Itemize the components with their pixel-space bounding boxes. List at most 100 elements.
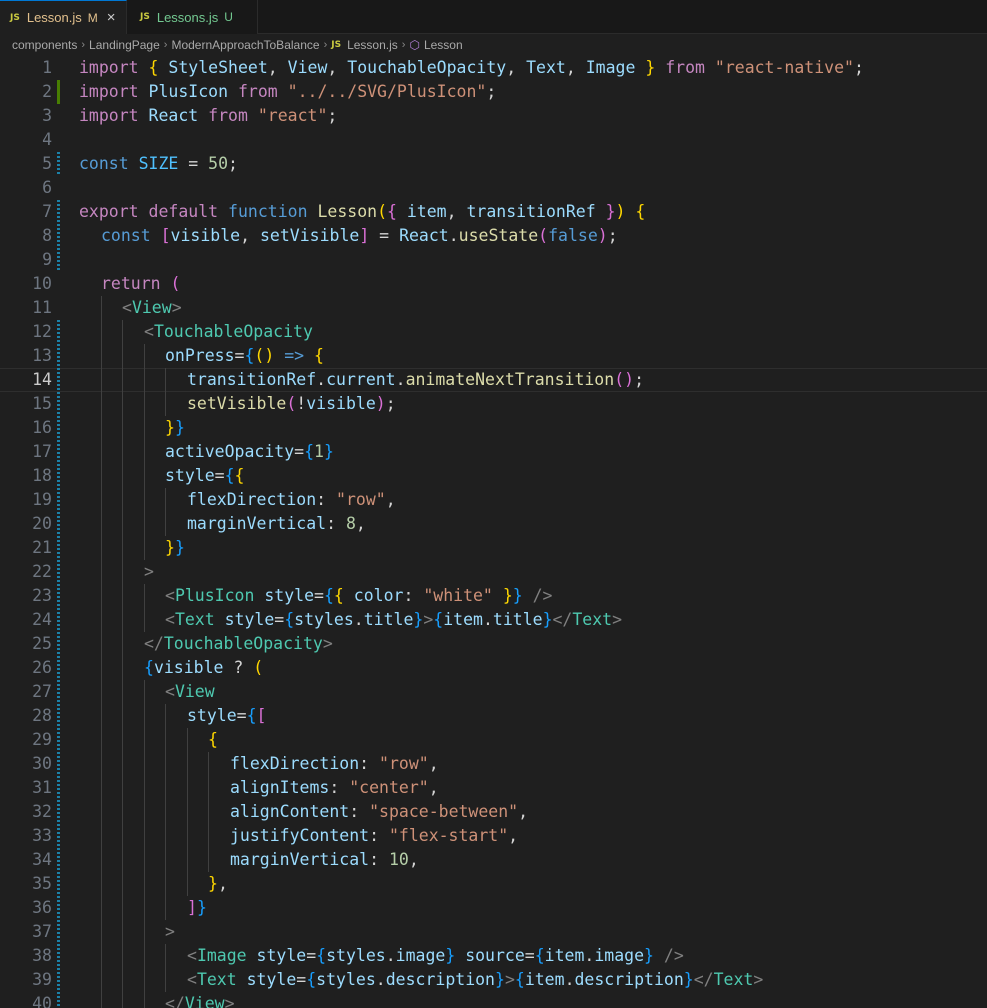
git-modified-gutter-marker[interactable] [57, 392, 60, 416]
code-editor[interactable]: 1 import { StyleSheet, View, TouchableOpa… [0, 56, 987, 1008]
git-modified-gutter-marker[interactable] [57, 464, 60, 488]
code-line[interactable]: 23 <PlusIcon style={{ color: "white" }} /… [0, 584, 987, 608]
git-modified-gutter-marker[interactable] [57, 920, 60, 944]
code-line[interactable]: 24 <Text style={styles.title}>{item.title… [0, 608, 987, 632]
git-modified-gutter-marker[interactable] [57, 992, 60, 1008]
close-icon[interactable]: × [107, 10, 116, 25]
breadcrumb-folder[interactable]: LandingPage [89, 38, 160, 52]
code-line[interactable]: 32 alignContent: "space-between", [0, 800, 987, 824]
code-line[interactable]: 18 style={{ [0, 464, 987, 488]
code-token: Text [526, 58, 566, 77]
git-modified-gutter-marker[interactable] [57, 656, 60, 680]
code-line[interactable]: 30 flexDirection: "row", [0, 752, 987, 776]
code-line[interactable]: 17 activeOpacity={1} [0, 440, 987, 464]
code-line[interactable]: 39 <Text style={styles.description}>{item… [0, 968, 987, 992]
tab-lesson-js[interactable]: JS Lesson.js M × [0, 0, 127, 34]
code-token: < [144, 322, 154, 341]
git-modified-gutter-marker[interactable] [57, 416, 60, 440]
git-modified-gutter-marker[interactable] [57, 152, 60, 176]
git-modified-gutter-marker[interactable] [57, 680, 60, 704]
git-modified-gutter-marker[interactable] [57, 872, 60, 896]
code-token: "react" [257, 106, 328, 125]
code-token: , [428, 778, 439, 797]
code-line[interactable]: 31 alignItems: "center", [0, 776, 987, 800]
code-line[interactable]: 1 import { StyleSheet, View, TouchableOpa… [0, 56, 987, 80]
code-line[interactable]: 4 [0, 128, 987, 152]
git-modified-gutter-marker[interactable] [57, 344, 60, 368]
code-line[interactable]: 13 onPress={() => { [0, 344, 987, 368]
git-modified-gutter-marker[interactable] [57, 440, 60, 464]
git-modified-gutter-marker[interactable] [57, 968, 60, 992]
code-token: visible [153, 658, 224, 677]
git-modified-gutter-marker[interactable] [57, 800, 60, 824]
git-modified-gutter-marker[interactable] [57, 632, 60, 656]
code-line[interactable]: 28 style={[ [0, 704, 987, 728]
code-line[interactable]: 26 {visible ? ( [0, 656, 987, 680]
code-line[interactable]: 22 > [0, 560, 987, 584]
git-modified-gutter-marker[interactable] [57, 536, 60, 560]
code-line[interactable]: 29 { [0, 728, 987, 752]
code-token: { [433, 610, 444, 629]
code-token: from [237, 82, 278, 101]
breadcrumb-symbol[interactable]: Lesson [424, 38, 463, 52]
git-modified-gutter-marker[interactable] [57, 320, 60, 344]
code-line[interactable]: 5 const SIZE = 50; [0, 152, 987, 176]
git-modified-gutter-marker[interactable] [57, 224, 60, 248]
code-line[interactable]: 19 flexDirection: "row", [0, 488, 987, 512]
tab-lessons-js[interactable]: JS Lessons.js U [127, 0, 258, 34]
git-modified-gutter-marker[interactable] [57, 488, 60, 512]
code-line[interactable]: 3 import React from "react"; [0, 104, 987, 128]
code-token: Image [196, 946, 247, 965]
code-line[interactable]: 36]} [0, 896, 987, 920]
code-token: . [395, 370, 406, 389]
git-modified-gutter-marker[interactable] [57, 752, 60, 776]
code-line[interactable]: 10 return ( [0, 272, 987, 296]
code-token: , [506, 58, 527, 77]
code-token: 50 [208, 154, 229, 173]
code-text: </View> [165, 992, 235, 1008]
breadcrumb-file[interactable]: Lesson.js [347, 38, 398, 52]
git-modified-gutter-marker[interactable] [57, 608, 60, 632]
code-line[interactable]: 21}} [0, 536, 987, 560]
code-line[interactable]: 20 marginVertical: 8, [0, 512, 987, 536]
git-modified-gutter-marker[interactable] [57, 512, 60, 536]
code-line[interactable]: 2 import PlusIcon from "../../SVG/PlusIco… [0, 80, 987, 104]
code-line[interactable]: 34 marginVertical: 10, [0, 848, 987, 872]
git-modified-gutter-marker[interactable] [57, 584, 60, 608]
code-line[interactable]: 8 const [visible, setVisible] = React.use… [0, 224, 987, 248]
git-modified-gutter-marker[interactable] [57, 848, 60, 872]
git-modified-gutter-marker[interactable] [57, 200, 60, 224]
code-line[interactable]: 6 [0, 176, 987, 200]
git-modified-gutter-marker[interactable] [57, 560, 60, 584]
git-modified-gutter-marker[interactable] [57, 248, 60, 272]
code-line[interactable]: 40 </View> [0, 992, 987, 1008]
code-line[interactable]: 15 setVisible(!visible); [0, 392, 987, 416]
code-line[interactable]: 35}, [0, 872, 987, 896]
code-line[interactable]: 12 <TouchableOpacity [0, 320, 987, 344]
code-token: React [148, 106, 199, 125]
git-modified-gutter-marker[interactable] [57, 776, 60, 800]
git-modified-gutter-marker[interactable] [57, 944, 60, 968]
breadcrumb-folder[interactable]: ModernApproachToBalance [171, 38, 319, 52]
git-modified-gutter-marker[interactable] [57, 704, 60, 728]
code-token: : [369, 826, 389, 845]
code-line[interactable]: 14 transitionRef.current.animateNextTrans… [0, 368, 987, 392]
git-modified-gutter-marker[interactable] [57, 728, 60, 752]
code-line[interactable]: 7 export default function Lesson({ item, … [0, 200, 987, 224]
git-modified-gutter-marker[interactable] [57, 368, 60, 392]
git-added-gutter-marker[interactable] [57, 80, 60, 104]
code-line[interactable]: 33 justifyContent: "flex-start", [0, 824, 987, 848]
git-modified-gutter-marker[interactable] [57, 896, 60, 920]
indent-guide [144, 728, 145, 752]
code-line[interactable]: 16}} [0, 416, 987, 440]
breadcrumb-folder[interactable]: components [12, 38, 77, 52]
code-line[interactable]: 37 > [0, 920, 987, 944]
code-line[interactable]: 25 </TouchableOpacity> [0, 632, 987, 656]
code-line[interactable]: 27 <View [0, 680, 987, 704]
git-modified-gutter-marker[interactable] [57, 824, 60, 848]
code-line[interactable]: 9 [0, 248, 987, 272]
code-line[interactable]: 38 <Image style={styles.image} source={it… [0, 944, 987, 968]
code-line[interactable]: 11 <View> [0, 296, 987, 320]
